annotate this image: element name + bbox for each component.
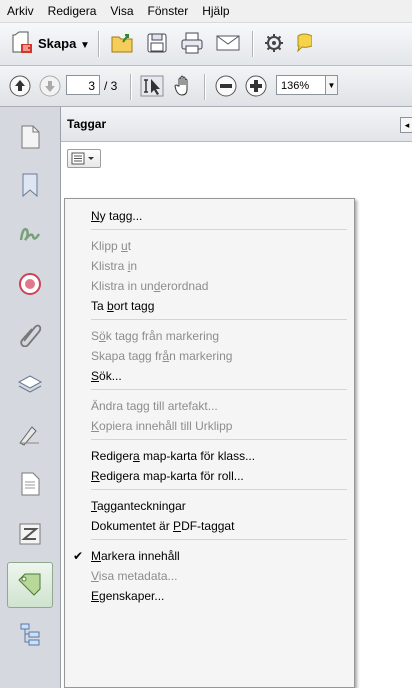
menu-item-edit-role-map[interactable]: Redigera map-karta för roll... xyxy=(91,467,244,485)
content-icon[interactable] xyxy=(8,462,52,506)
navigation-pane xyxy=(0,107,61,688)
menu-item-show-metadata[interactable]: Visa metadata... xyxy=(91,567,178,585)
save-icon[interactable] xyxy=(146,32,168,57)
previous-page-icon[interactable] xyxy=(8,74,32,101)
menu-item-find-tag[interactable]: Sök tagg från markering xyxy=(91,327,219,345)
signature-pen-icon[interactable] xyxy=(8,412,52,456)
main-toolbar: Skapa ▼ xyxy=(0,23,412,66)
email-icon[interactable] xyxy=(216,34,240,55)
layers-target-icon[interactable] xyxy=(8,262,52,306)
create-pdf-icon[interactable] xyxy=(10,31,34,58)
gear-icon[interactable] xyxy=(264,33,284,56)
navigation-toolbar: 3 / 3 136% ▼ xyxy=(0,66,412,107)
menu-item-paste[interactable]: Klistra in xyxy=(91,257,137,275)
menu-separator xyxy=(91,489,347,490)
menu-separator xyxy=(91,229,347,230)
options-list-icon xyxy=(71,152,94,165)
menu-redigera[interactable]: Redigera xyxy=(41,4,104,18)
menu-item-highlight-content[interactable]: Markera innehåll xyxy=(91,547,180,565)
options-context-menu: Ny tagg... Klipp ut Klistra in Klistra in u… xyxy=(64,198,355,688)
menu-separator xyxy=(91,539,347,540)
tags-panel-header: Taggar ◂ xyxy=(61,107,412,142)
menu-item-find[interactable]: Sök... xyxy=(91,367,122,385)
menu-item-properties[interactable]: Egenskaper... xyxy=(91,587,164,605)
open-folder-icon[interactable] xyxy=(110,31,136,58)
menu-item-cut[interactable]: Klipp ut xyxy=(91,237,131,255)
menu-item-edit-class-map[interactable]: Redigera map-karta för klass... xyxy=(91,447,255,465)
menu-item-change-to-artifact[interactable]: Ändra tagg till artefakt... xyxy=(91,397,218,415)
menu-item-create-tag[interactable]: Skapa tagg från markering xyxy=(91,347,232,365)
menu-item-delete-tag[interactable]: Ta bort tagg xyxy=(91,297,154,315)
zoom-in-icon[interactable] xyxy=(244,74,268,101)
layers-icon[interactable] xyxy=(8,362,52,406)
menu-bar: Arkiv Redigera Visa Fönster Hjälp xyxy=(0,0,412,23)
next-page-icon[interactable] xyxy=(38,74,62,101)
order-icon[interactable] xyxy=(8,512,52,556)
panel-title: Taggar xyxy=(67,117,107,131)
page-number-input[interactable]: 3 xyxy=(66,75,100,95)
hand-tool-icon[interactable] xyxy=(172,74,196,101)
menu-separator xyxy=(91,439,347,440)
bookmarks-icon[interactable] xyxy=(8,163,52,207)
menu-item-document-tagged[interactable]: Dokumentet är PDF-taggat xyxy=(91,517,234,535)
zoom-level-input[interactable]: 136% xyxy=(276,75,326,95)
menu-visa[interactable]: Visa xyxy=(103,4,140,18)
collapse-panel-icon[interactable]: ◂ xyxy=(400,117,412,133)
attachments-icon[interactable] xyxy=(8,312,52,356)
menu-item-new-tag[interactable]: Ny tagg... xyxy=(91,207,142,225)
menu-item-tag-annotations[interactable]: Tagganteckningar xyxy=(91,497,186,515)
menu-item-paste-child[interactable]: Klistra in underordnad xyxy=(91,277,208,295)
create-button[interactable]: Skapa ▼ xyxy=(38,36,90,51)
zoom-out-icon[interactable] xyxy=(214,74,238,101)
zoom-dropdown-button[interactable]: ▼ xyxy=(326,75,338,95)
checkmark-icon: ✔ xyxy=(73,549,84,563)
comment-icon[interactable] xyxy=(296,33,313,56)
print-icon[interactable] xyxy=(180,32,204,57)
signatures-icon[interactable] xyxy=(8,213,52,257)
tag-tree-icon[interactable] xyxy=(8,612,52,656)
select-tool-icon[interactable] xyxy=(140,74,164,101)
pages-icon[interactable] xyxy=(8,115,52,159)
options-menu-button[interactable] xyxy=(67,149,101,168)
tags-icon[interactable] xyxy=(7,562,53,608)
page-total: / 3 xyxy=(104,79,118,93)
menu-fonster[interactable]: Fönster xyxy=(141,4,196,18)
menu-separator xyxy=(91,389,347,390)
menu-item-copy-contents[interactable]: Kopiera innehåll till Urklipp xyxy=(91,417,232,435)
menu-arkiv[interactable]: Arkiv xyxy=(0,4,41,18)
menu-hjalp[interactable]: Hjälp xyxy=(195,4,236,18)
menu-separator xyxy=(91,319,347,320)
